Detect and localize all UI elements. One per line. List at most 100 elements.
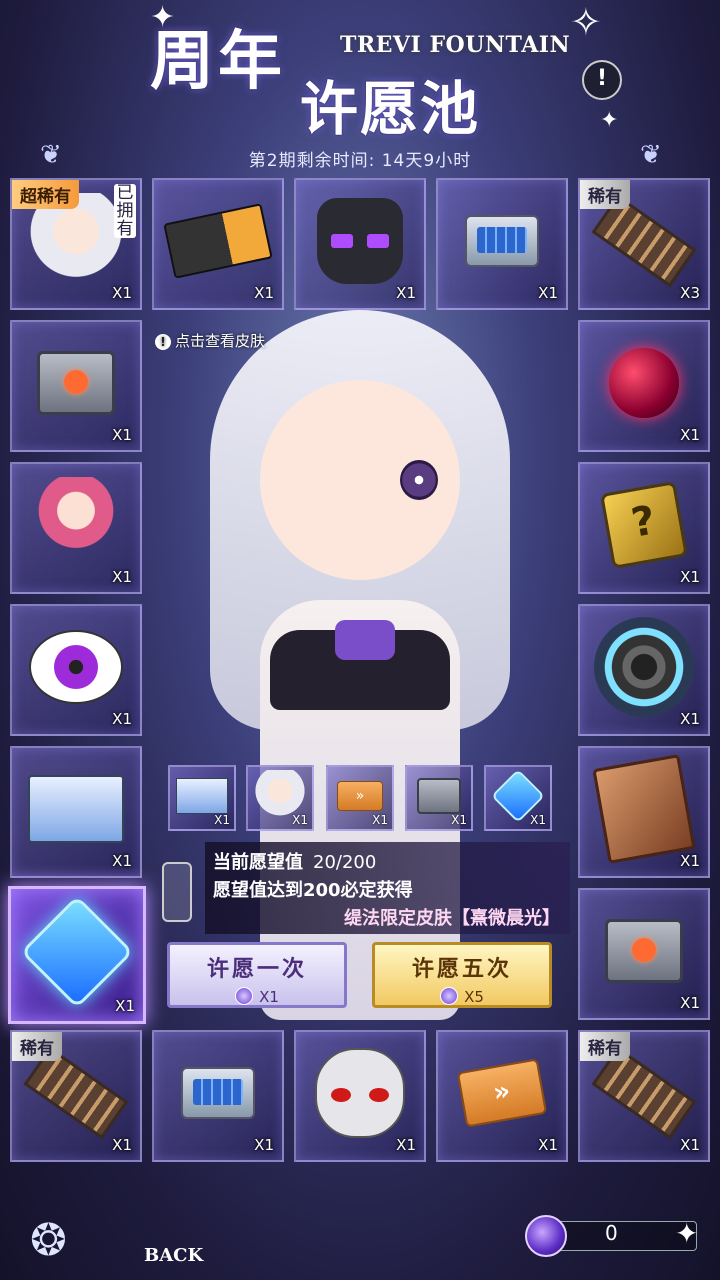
item-qty: X1 xyxy=(112,852,132,870)
wish-once-label: 许愿一次 xyxy=(206,957,307,982)
right-tile-5[interactable]: X1 xyxy=(578,746,710,878)
character-eye xyxy=(400,460,438,500)
supply-crate-icon xyxy=(37,351,115,416)
red-sphere-icon xyxy=(609,348,679,419)
back-swirl-icon: ❂ xyxy=(30,1215,67,1266)
wish-orb-icon xyxy=(440,987,459,1005)
ticket-card-icon xyxy=(163,203,273,280)
top-tile-2[interactable]: X1 xyxy=(294,178,426,310)
left-tile-3[interactable]: X1 xyxy=(10,462,142,594)
item-qty: X1 xyxy=(112,710,132,728)
left-tile-1[interactable]: 超稀有 已拥有 X1 xyxy=(10,178,142,310)
currency-value: 0 xyxy=(605,1221,618,1245)
right-tile-1[interactable]: 稀有 X3 xyxy=(578,178,710,310)
blue-cube-icon xyxy=(20,895,134,1009)
bottom-tile-3[interactable]: X1 xyxy=(294,1030,426,1162)
bottom-tile-1[interactable]: 稀有 X1 xyxy=(10,1030,142,1162)
mini-reward-5[interactable]: X1 xyxy=(484,765,552,831)
wish-crystal-icon xyxy=(162,862,192,922)
left-tile-5[interactable]: X1 xyxy=(10,746,142,878)
skin-hint-label: 点击查看皮肤 xyxy=(175,332,266,350)
sparkle-icon: ✦ xyxy=(600,108,619,133)
item-qty: X1 xyxy=(680,994,700,1012)
mini-reward-4[interactable]: X1 xyxy=(405,765,473,831)
mini-reward-3[interactable]: » X1 xyxy=(326,765,394,831)
currency-display[interactable]: 0 ✦ xyxy=(525,1215,715,1257)
item-qty: X1 xyxy=(530,813,546,827)
wish-value-label: 当前愿望值 xyxy=(213,852,303,873)
wish-five-cost-value: X5 xyxy=(464,988,484,1006)
item-qty: X1 xyxy=(372,813,388,827)
left-tile-2[interactable]: X1 xyxy=(10,320,142,452)
pink-hair-character-icon xyxy=(31,477,121,574)
bottom-tile-2[interactable]: X1 xyxy=(152,1030,284,1162)
rarity-badge: 超稀有 xyxy=(12,180,79,209)
mini-reward-1[interactable]: X1 xyxy=(168,765,236,831)
character-bow xyxy=(335,620,395,660)
item-qty: X1 xyxy=(112,284,132,302)
orange-chip-icon: » xyxy=(337,780,383,811)
wish-panel: 当前愿望值 20/200 愿望值达到200必定获得 缇法限定皮肤【熹微晨光】 xyxy=(205,842,570,934)
back-button[interactable]: ❂ BACK xyxy=(30,1215,210,1275)
left-tile-6[interactable]: X1 xyxy=(8,886,146,1024)
info-button[interactable]: ! xyxy=(582,60,622,100)
wish-once-button[interactable]: 许愿一次 X1 xyxy=(167,942,347,1008)
header: ✦ ✧ ✦ 周年 TREVI FOUNTAIN 许愿池 ! ❦ ❦ 第2期剩余时… xyxy=(0,0,720,175)
item-qty: X1 xyxy=(680,1136,700,1154)
item-qty: X1 xyxy=(451,813,467,827)
supply-crate-icon xyxy=(605,919,683,984)
bottom-tile-4[interactable]: » X1 xyxy=(436,1030,568,1162)
wish-guarantee: 愿望值达到200必定获得 xyxy=(213,880,413,901)
gold-chip-icon: ? xyxy=(599,481,689,570)
item-qty: X1 xyxy=(254,284,274,302)
wish-five-button[interactable]: 许愿五次 X5 xyxy=(372,942,552,1008)
wish-five-cost: X5 xyxy=(375,987,549,1006)
wish-orb-icon xyxy=(525,1215,567,1257)
mini-reward-2[interactable]: X1 xyxy=(246,765,314,831)
toolcase-icon xyxy=(181,1067,255,1120)
wish-value-row: 当前愿望值 20/200 xyxy=(213,848,376,874)
orange-chip-icon: » xyxy=(456,1058,548,1129)
rust-book-icon xyxy=(592,754,696,865)
add-currency-icon[interactable]: ✦ xyxy=(675,1217,698,1250)
cat-mask-icon xyxy=(317,198,403,285)
title-main: 周年 xyxy=(150,24,286,99)
item-qty: X1 xyxy=(538,284,558,302)
top-tile-1[interactable]: X1 xyxy=(152,178,284,310)
item-qty: X1 xyxy=(112,426,132,444)
wish-orb-icon xyxy=(235,987,254,1005)
remaining-time: 第2期剩余时间: 14天9小时 xyxy=(248,151,472,171)
title-english: TREVI FOUNTAIN xyxy=(340,32,571,58)
left-tile-4[interactable]: X1 xyxy=(10,604,142,736)
fix-body-box-icon xyxy=(176,777,228,814)
portal-lens-icon xyxy=(594,617,694,718)
right-tile-2[interactable]: X1 xyxy=(578,320,710,452)
skin-hint[interactable]: ! 点击查看皮肤 xyxy=(155,330,265,351)
rarity-badge: 稀有 xyxy=(580,1032,630,1061)
item-qty: X1 xyxy=(112,1136,132,1154)
item-qty: X1 xyxy=(680,852,700,870)
right-tile-4[interactable]: X1 xyxy=(578,604,710,736)
wish-skin-name: 缇法限定皮肤【熹微晨光】 xyxy=(344,908,560,929)
item-qty: X1 xyxy=(254,1136,274,1154)
wish-once-cost-value: X1 xyxy=(259,988,279,1006)
right-tile-3[interactable]: ? X1 xyxy=(578,462,710,594)
owned-badge: 已拥有 xyxy=(114,184,136,238)
hint-exclamation-icon: ! xyxy=(155,334,171,350)
purple-eye-book-icon xyxy=(29,630,123,705)
rarity-badge: 稀有 xyxy=(12,1032,62,1061)
fix-body-box-icon xyxy=(28,775,124,844)
item-qty: X1 xyxy=(680,710,700,728)
bottom-tile-5[interactable]: 稀有 X1 xyxy=(578,1030,710,1162)
sparkle-icon: ✧ xyxy=(570,0,602,44)
white-mask-icon xyxy=(315,1048,405,1139)
item-qty: X1 xyxy=(680,568,700,586)
title-sub: 许愿池 xyxy=(300,75,481,143)
item-qty: X1 xyxy=(292,813,308,827)
top-tile-3[interactable]: X1 xyxy=(436,178,568,310)
item-qty: X1 xyxy=(680,426,700,444)
item-qty: X3 xyxy=(680,284,700,302)
wish-value: 20/200 xyxy=(313,852,377,873)
right-tile-6[interactable]: X1 xyxy=(578,888,710,1020)
item-qty: X1 xyxy=(538,1136,558,1154)
